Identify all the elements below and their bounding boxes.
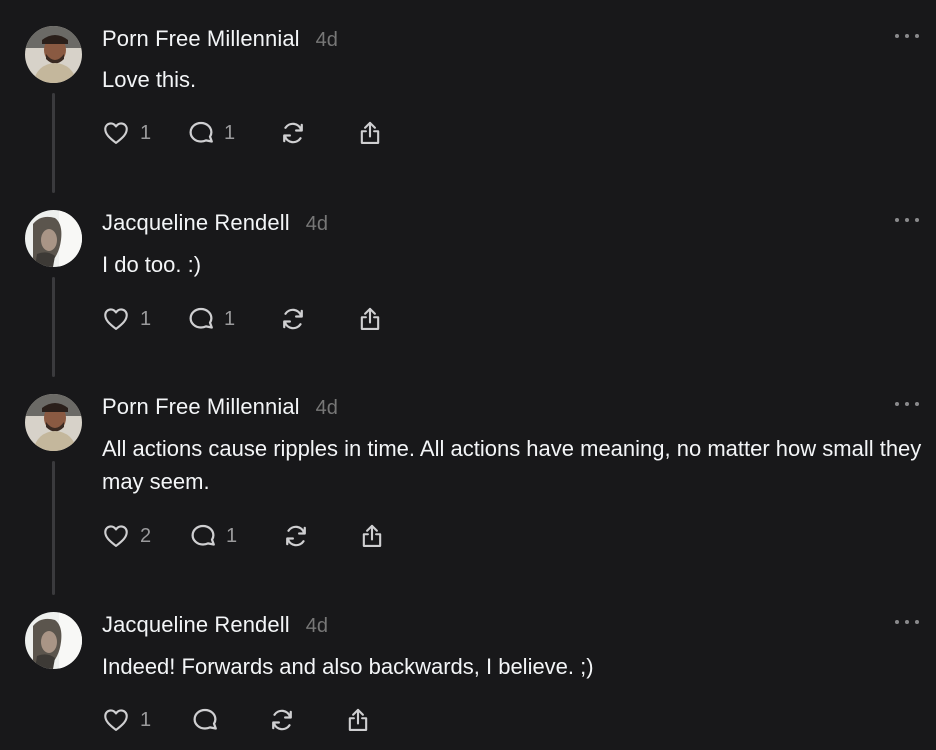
post-text: Indeed! Forwards and also backwards, I b…	[102, 654, 594, 679]
repost-button[interactable]	[267, 704, 297, 736]
more-options-icon[interactable]	[895, 398, 919, 410]
username[interactable]: Porn Free Millennial	[102, 394, 300, 420]
timestamp[interactable]: 4d	[316, 397, 338, 420]
post-text: Love this.	[102, 67, 197, 92]
timestamp[interactable]: 4d	[316, 29, 338, 52]
like-button[interactable]: 1	[102, 704, 151, 736]
repost-icon	[281, 521, 311, 551]
timestamp[interactable]: 4d	[306, 213, 328, 236]
reply-button[interactable]: 1	[186, 117, 235, 149]
timestamp[interactable]: 4d	[306, 615, 328, 638]
post-header: Porn Free Millennial 4d	[102, 26, 338, 56]
post-header: Jacqueline Rendell 4d	[102, 210, 328, 240]
share-icon	[356, 119, 384, 147]
like-count: 1	[140, 121, 152, 144]
avatar[interactable]	[25, 26, 82, 83]
thread-connector-line	[52, 93, 55, 193]
comment-icon	[188, 521, 218, 551]
share-button[interactable]	[356, 303, 384, 335]
post-text: I do too. :)	[102, 252, 202, 277]
more-options-icon[interactable]	[895, 616, 919, 628]
repost-icon	[278, 118, 308, 148]
post-header: Jacqueline Rendell 4d	[102, 612, 328, 642]
share-button[interactable]	[358, 520, 386, 552]
avatar[interactable]	[25, 612, 82, 669]
like-button[interactable]: 1	[102, 303, 151, 335]
reply-button[interactable]: 1	[186, 303, 235, 335]
like-count: 1	[140, 307, 152, 330]
repost-icon	[267, 705, 297, 735]
more-options-icon[interactable]	[895, 214, 919, 226]
heart-icon	[102, 119, 130, 147]
username[interactable]: Porn Free Millennial	[102, 26, 300, 52]
reply-count: 1	[226, 524, 238, 547]
post-header: Porn Free Millennial 4d	[102, 394, 338, 424]
heart-icon	[102, 706, 130, 734]
post-text: All actions cause ripples in time. All a…	[102, 436, 922, 494]
username[interactable]: Jacqueline Rendell	[102, 612, 290, 638]
avatar[interactable]	[25, 394, 82, 451]
more-options-icon[interactable]	[895, 30, 919, 42]
share-icon	[358, 522, 386, 550]
avatar[interactable]	[25, 210, 82, 267]
reply-count: 1	[224, 121, 236, 144]
comment-icon	[190, 705, 220, 735]
heart-icon	[102, 305, 130, 333]
repost-button[interactable]	[281, 520, 311, 552]
share-icon	[344, 706, 372, 734]
comment-icon	[186, 304, 216, 334]
repost-icon	[278, 304, 308, 334]
share-button[interactable]	[344, 704, 372, 736]
like-button[interactable]: 2	[102, 520, 151, 552]
comment-icon	[186, 118, 216, 148]
like-count: 2	[140, 524, 152, 547]
like-count: 1	[140, 708, 152, 731]
share-button[interactable]	[356, 117, 384, 149]
thread-connector-line	[52, 277, 55, 377]
reply-button[interactable]: 1	[188, 520, 237, 552]
reply-thread: Porn Free Millennial 4d Love this. 1 1 J…	[0, 0, 936, 750]
share-icon	[356, 305, 384, 333]
repost-button[interactable]	[278, 117, 308, 149]
heart-icon	[102, 522, 130, 550]
reply-button[interactable]	[190, 704, 220, 736]
reply-count: 1	[224, 307, 236, 330]
like-button[interactable]: 1	[102, 117, 151, 149]
thread-connector-line	[52, 461, 55, 595]
repost-button[interactable]	[278, 303, 308, 335]
username[interactable]: Jacqueline Rendell	[102, 210, 290, 236]
